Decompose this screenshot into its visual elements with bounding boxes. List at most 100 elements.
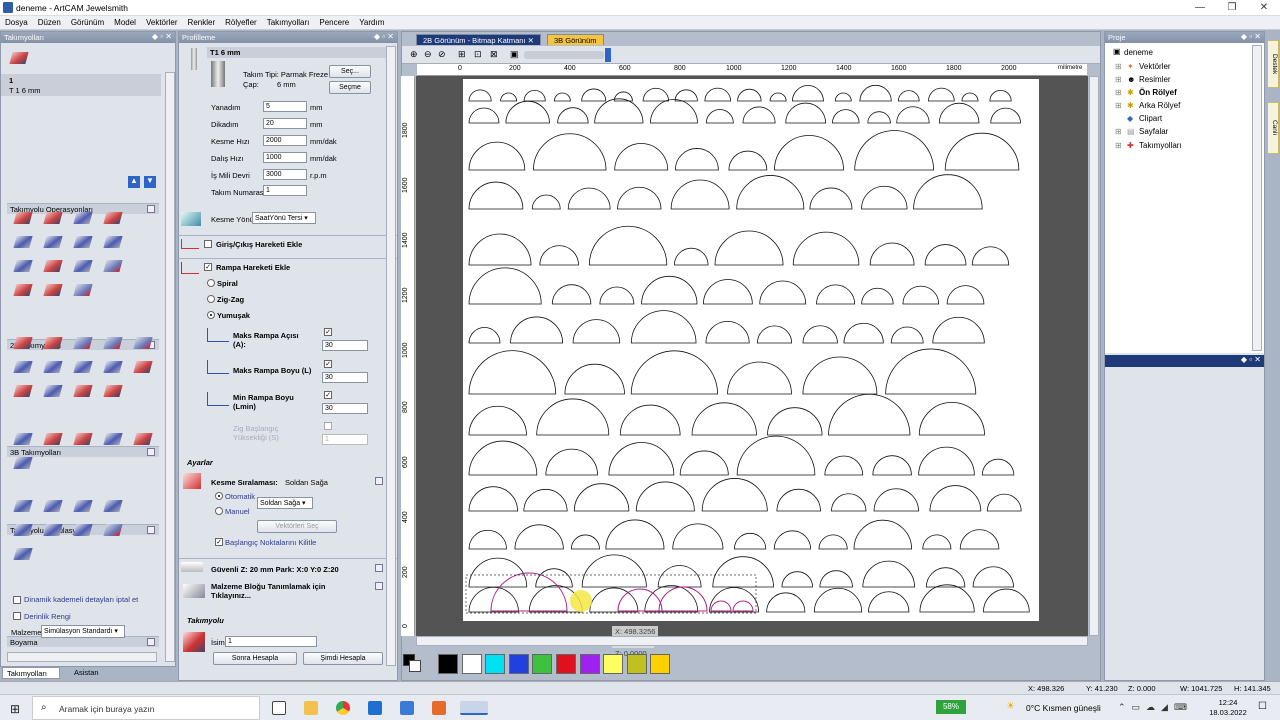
tool-icon[interactable] [71,208,95,228]
expand-icon[interactable]: ⊞ [1115,127,1122,136]
v-scrollbar[interactable] [1089,76,1099,636]
expand-icon[interactable]: ⊞ [1115,101,1122,110]
semicircle-vectors[interactable] [463,79,1039,621]
side-tab-destek[interactable]: Destek [1267,40,1279,88]
tool-icon[interactable] [131,357,155,377]
tool-icon[interactable] [101,381,125,401]
side-tab-canli[interactable]: Canlı [1267,102,1279,154]
tool-icon[interactable] [71,520,95,540]
mail-icon[interactable] [368,701,382,715]
menu-renkler[interactable]: Renkler [183,16,221,29]
min-ramp-length-input[interactable] [322,403,368,414]
tree-item-toolpaths[interactable]: Takımyolları [1139,141,1182,150]
max-ramp-angle-checkbox[interactable]: ✓ [324,328,332,336]
task-view-icon[interactable] [272,701,286,715]
tool-icon[interactable] [41,208,65,228]
battery-indicator[interactable]: 58% [936,700,966,714]
depth-color-checkbox[interactable] [13,612,21,620]
tab-asistan[interactable]: Asistan [64,667,114,679]
tool-icon[interactable] [101,208,125,228]
zoom-all-icon[interactable]: ⊠ [490,49,498,60]
artcam-taskbar-icon[interactable] [460,701,488,715]
color-swatch[interactable] [532,654,553,674]
order-select[interactable]: Soldan Sağa ▾ [257,497,313,509]
tool-icon[interactable] [41,381,65,401]
material-block-label[interactable]: Malzeme Bloğu Tanımlamak için Tıklayınız… [211,582,341,600]
move-down-button[interactable]: ▼ [144,176,156,188]
zoom-out-icon[interactable]: ⊖ [424,49,432,60]
app-icon[interactable] [400,701,414,715]
spindle-speed-input[interactable] [263,169,307,180]
choose-button[interactable]: Seçme [329,81,371,94]
tool-icon[interactable] [71,232,95,252]
menu-vektorler[interactable]: Vektörler [141,16,183,29]
tool-icon[interactable] [41,280,65,300]
expand-icon[interactable]: ⊞ [1115,88,1122,97]
menu-duzen[interactable]: Düzen [33,16,66,29]
collapse-icon[interactable] [375,477,383,485]
weather-text[interactable]: 0°C Kısmen güneşli [1026,703,1101,713]
tool-icon[interactable] [41,429,65,449]
restore-button[interactable]: ❐ [1216,0,1248,16]
stepover-input[interactable] [263,101,307,112]
expand-icon[interactable]: ⊞ [1115,141,1122,150]
menu-yardim[interactable]: Yardım [354,16,389,29]
zig-height-input[interactable] [322,434,368,445]
lead-in-checkbox[interactable] [204,240,212,248]
feed-rate-input[interactable] [263,135,307,146]
tool-icon[interactable] [101,496,125,516]
tree-item-pages[interactable]: Sayfalar [1139,127,1168,136]
color-swatch[interactable] [579,654,600,674]
tool-icon[interactable] [41,520,65,540]
tab-2d-view[interactable]: 2B Görünüm - Bitmap Katmanı ✕ [416,34,541,45]
tool-icon[interactable] [41,333,65,353]
select-vectors-button[interactable]: Vektörleri Seç [257,520,337,533]
toolpath-list-item[interactable]: 1 T 1 6 mm [1,74,161,96]
tray-icons[interactable]: ⌃▭☁◢⌨ [1118,702,1193,713]
app-icon[interactable] [432,701,446,715]
tab-takimyollari[interactable]: Takımyolları [2,667,60,679]
expand-icon[interactable]: ⊞ [1115,75,1122,84]
tree-item-back-relief[interactable]: Arka Rölyef [1139,101,1180,110]
ramp-checkbox[interactable]: ✓ [204,263,212,271]
search-box[interactable]: ⌕ Aramak için buraya yazın [32,696,260,720]
tool-icon[interactable] [41,496,65,516]
tool-icon[interactable] [11,429,35,449]
tool-icon[interactable] [11,333,35,353]
pin-icon[interactable]: ◆ ▫ ✕ [152,32,172,41]
tool-number-input[interactable] [263,185,307,196]
h-scrollbar[interactable] [7,652,157,662]
notification-icon[interactable]: ☐ [1258,701,1267,712]
select-tool-button[interactable]: Seç... [329,65,371,78]
max-ramp-length-checkbox[interactable]: ✓ [324,360,332,368]
min-ramp-length-checkbox[interactable]: ✓ [324,391,332,399]
collapse-icon[interactable] [375,564,383,572]
menu-model[interactable]: Model [109,16,141,29]
tool-icon[interactable] [71,280,95,300]
tool-icon[interactable] [11,256,35,276]
expand-icon[interactable]: ⊞ [1115,62,1122,71]
tree-item-clipart[interactable]: Clipart [1139,114,1162,123]
material-select[interactable]: Simülasyon Standardı ▾ [41,625,125,638]
tree-item-images[interactable]: Resimler [1139,75,1171,84]
close-button[interactable]: ✕ [1248,0,1280,16]
zoom-fit-icon[interactable]: ⊡ [474,49,482,60]
tool-icon[interactable] [101,256,125,276]
color-swatch[interactable] [650,654,671,674]
tool-icon[interactable] [11,208,35,228]
clock-date[interactable]: 18.03.2022 [1204,708,1252,717]
color-swatch[interactable] [438,654,458,674]
spiral-radio[interactable] [207,279,215,287]
color-swatch[interactable] [485,654,506,674]
tool-icon[interactable] [71,333,95,353]
auto-radio[interactable] [215,492,223,500]
drawing-sheet[interactable] [463,79,1039,621]
menu-gorunum[interactable]: Görünüm [66,16,109,29]
color-swatch[interactable] [603,654,624,674]
cut-direction-select[interactable]: SaatYönü Tersi ▾ [252,212,316,224]
menu-pencere[interactable]: Pencere [314,16,354,29]
tool-icon[interactable] [11,453,35,473]
menu-dosya[interactable]: Dosya [0,16,33,29]
v-scrollbar[interactable] [386,46,396,666]
zoom-box-icon[interactable]: ⊞ [458,49,466,60]
